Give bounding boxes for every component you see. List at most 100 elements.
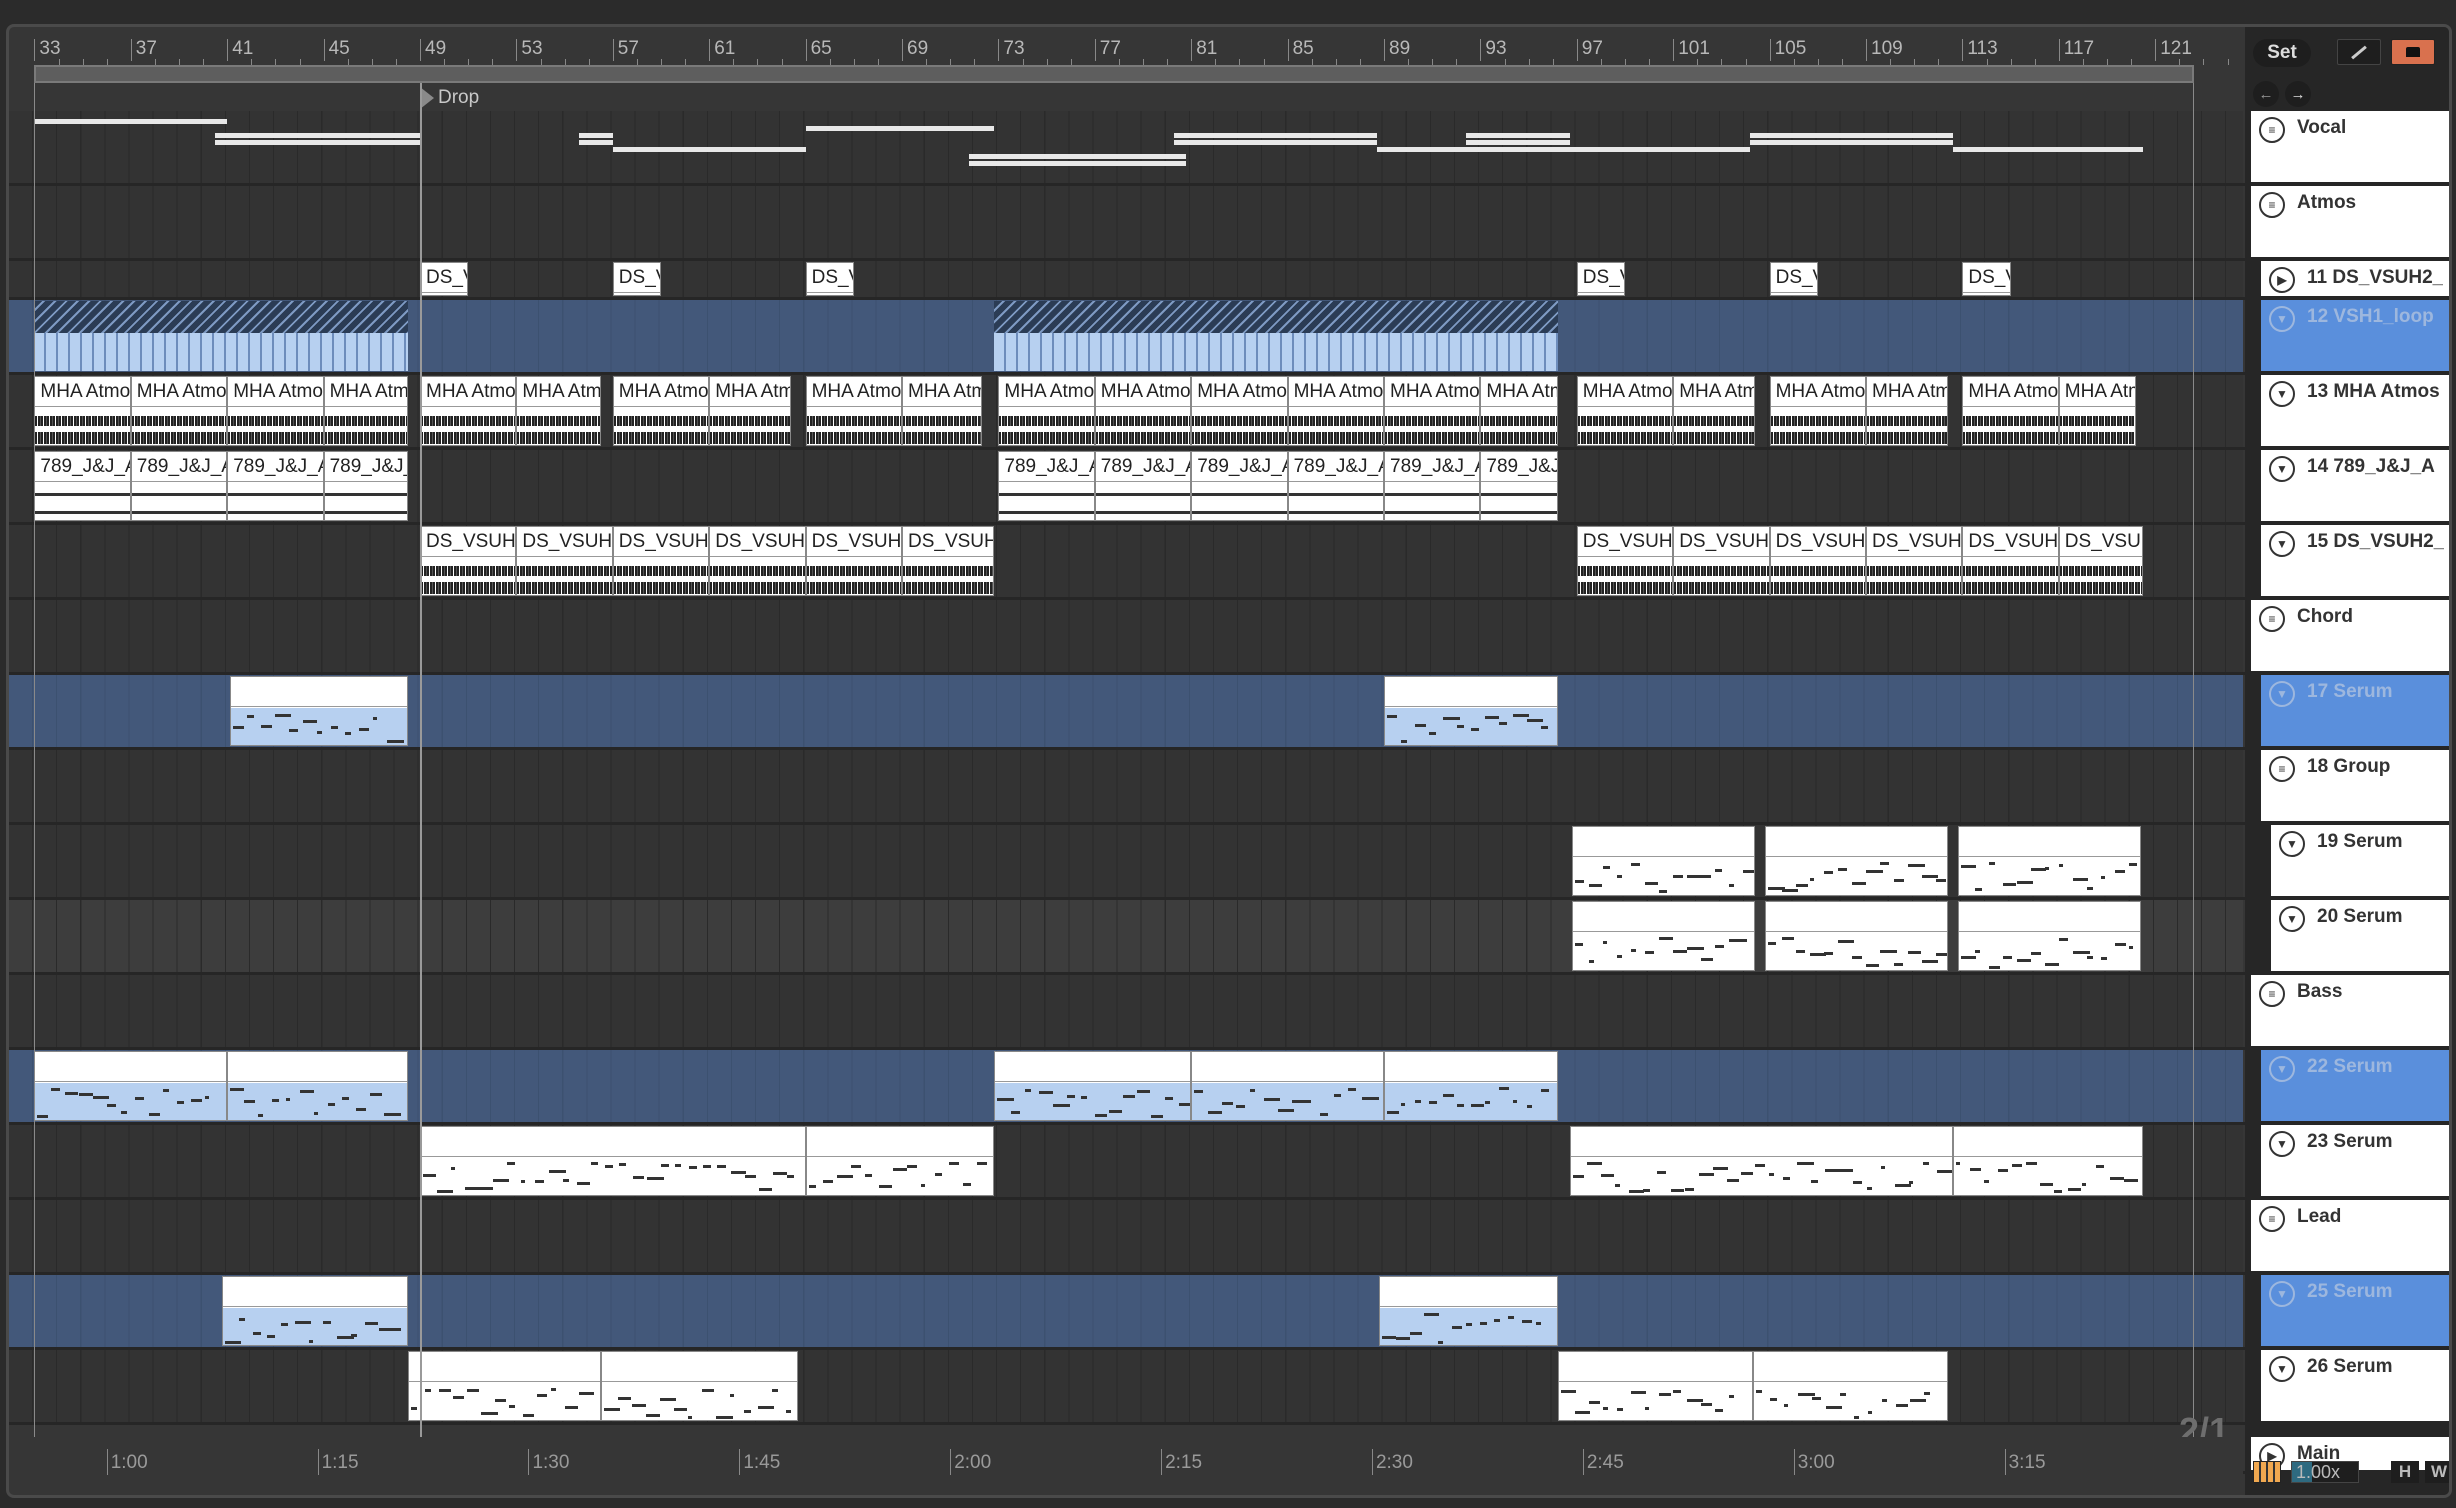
clip[interactable]: 789_J&J_A	[1094, 451, 1192, 521]
track-header[interactable]: ≡ 18 Group	[2261, 750, 2449, 824]
chevron-down-icon[interactable]: ▼	[2269, 1056, 2295, 1082]
clip[interactable]: MHA Atmos	[612, 376, 710, 446]
track-header[interactable]: ≡ Lead	[2251, 1200, 2449, 1274]
group-fold-icon[interactable]: ≡	[2259, 1206, 2285, 1232]
clip[interactable]: DS_VSUH2	[516, 526, 613, 596]
clip[interactable]	[600, 1351, 799, 1421]
clip[interactable]: DS_VSUH2	[1576, 526, 1674, 596]
w-button[interactable]: W	[2425, 1461, 2449, 1483]
chevron-down-icon[interactable]: ▼	[2269, 1356, 2295, 1382]
clip[interactable]: 789_J&J_A	[998, 451, 1095, 521]
chevron-down-icon[interactable]: ▼	[2269, 531, 2295, 557]
clip[interactable]: 789_J&J_A	[1287, 451, 1384, 521]
track-header[interactable]: ≡ Bass	[2251, 975, 2449, 1049]
track-header[interactable]: ▼ 12 VSH1_loop	[2261, 300, 2449, 374]
clip[interactable]: DS_VSUH2	[1769, 526, 1866, 596]
clip[interactable]: 789_J&J_A	[1384, 451, 1481, 521]
clip[interactable]: DS_V	[1576, 262, 1625, 296]
track-lane[interactable]: 789_J&J_A789_J&J_A789_J&J_A789_J&J_A789_…	[9, 450, 2243, 522]
clip[interactable]: MHA Atmos	[998, 376, 1095, 446]
clip[interactable]	[993, 301, 1558, 371]
set-button[interactable]: Set	[2253, 39, 2311, 67]
clip[interactable]: MHA Atmos	[805, 376, 902, 446]
track-lane[interactable]: DS_V DS_V DS_V DS_V DS_V DS_V	[9, 261, 2243, 297]
clip[interactable]: MHA Atmos	[1866, 376, 1948, 446]
draw-mode-button[interactable]	[2337, 39, 2381, 65]
clip[interactable]: MHA Atmos	[1480, 376, 1558, 446]
zoom-field[interactable]: 1.00x	[2291, 1461, 2359, 1483]
clip[interactable]	[1191, 1051, 1384, 1121]
clip[interactable]	[227, 1051, 408, 1121]
clip[interactable]: DS_VSUH2	[2058, 526, 2144, 596]
track-header[interactable]: ≡ Vocal	[2251, 111, 2449, 185]
clip[interactable]	[34, 1051, 228, 1121]
clip[interactable]: DS_VSUH2	[420, 526, 517, 596]
forward-arrow-button[interactable]: →	[2285, 81, 2311, 107]
clip[interactable]: MHA Atmos	[130, 376, 228, 446]
track-lane[interactable]: MHA AtmosMHA AtmosMHA AtmosMHA AtmosMHA …	[9, 375, 2243, 447]
clip[interactable]	[993, 1051, 1192, 1121]
lock-button[interactable]	[2391, 39, 2435, 65]
track-header[interactable]: ▶ 11 DS_VSUH2_	[2261, 261, 2449, 299]
clip[interactable]: MHA Atmos	[1576, 376, 1674, 446]
clip[interactable]: MHA Atmos	[323, 376, 408, 446]
clip[interactable]: 789_J&J_A	[130, 451, 228, 521]
clip[interactable]: MHA Atmos	[1769, 376, 1866, 446]
track-lane[interactable]	[9, 825, 2243, 897]
clip[interactable]: MHA Atmos	[1673, 376, 1756, 446]
clip[interactable]	[1764, 826, 1948, 896]
clip[interactable]	[1752, 1351, 1948, 1421]
clip[interactable]: DS_V	[420, 262, 469, 296]
track-lane[interactable]	[9, 1125, 2243, 1197]
track-lane[interactable]	[9, 975, 2243, 1047]
clip[interactable]: DS_VSUH2	[805, 526, 902, 596]
chevron-down-icon[interactable]: ▼	[2269, 1281, 2295, 1307]
clip[interactable]	[34, 301, 408, 371]
clip[interactable]	[1384, 676, 1558, 746]
clip[interactable]: DS_VSUH2	[709, 526, 806, 596]
clip[interactable]	[1384, 1051, 1558, 1121]
chevron-down-icon[interactable]: ▼	[2269, 456, 2295, 482]
clip[interactable]: DS_VSUH2	[612, 526, 710, 596]
clip[interactable]: DS_VSUH2	[1866, 526, 1963, 596]
clip[interactable]: 789_J&J_A	[1480, 451, 1558, 521]
clip[interactable]: DS_V	[1769, 262, 1818, 296]
group-fold-icon[interactable]: ≡	[2269, 756, 2295, 782]
clip[interactable]: MHA Atmos	[516, 376, 601, 446]
track-header[interactable]: ▼ 19 Serum	[2271, 825, 2449, 899]
track-lane[interactable]	[9, 750, 2243, 822]
clip[interactable]	[1957, 826, 2141, 896]
clip[interactable]: MHA Atmos	[227, 376, 324, 446]
track-lane[interactable]	[9, 111, 2243, 183]
clip[interactable]: MHA Atmos	[1384, 376, 1481, 446]
group-fold-icon[interactable]: ≡	[2259, 192, 2285, 218]
chevron-down-icon[interactable]: ▼	[2279, 831, 2305, 857]
clip[interactable]: 789_J&J_A	[34, 451, 131, 521]
clip[interactable]	[1571, 901, 1756, 971]
track-header[interactable]: ▼ 17 Serum	[2261, 675, 2449, 749]
track-lane[interactable]	[9, 900, 2243, 972]
bar-ruler[interactable]: 33 37 41 45 49 53 57 61 65 69 73 77 81 85 89 93 97 101 105…	[9, 27, 2243, 65]
clip[interactable]	[1952, 1126, 2144, 1196]
chevron-down-icon[interactable]: ▼	[2269, 681, 2295, 707]
track-header[interactable]: ▼ 26 Serum	[2261, 1350, 2449, 1424]
clip[interactable]: DS_VSUH2	[902, 526, 994, 596]
track-lane[interactable]	[9, 1200, 2243, 1272]
clip[interactable]: MHA Atmos	[34, 376, 131, 446]
track-header[interactable]: ▼ 25 Serum	[2261, 1275, 2449, 1349]
group-fold-icon[interactable]: ≡	[2259, 117, 2285, 143]
chevron-down-icon[interactable]: ▼	[2269, 381, 2295, 407]
clip[interactable]	[420, 1126, 806, 1196]
clip[interactable]	[407, 1351, 601, 1421]
clip[interactable]	[229, 676, 408, 746]
track-header[interactable]: ▼ 14 789_J&J_A	[2261, 450, 2449, 524]
chevron-down-icon[interactable]: ▼	[2269, 1131, 2295, 1157]
track-header[interactable]: ▼ 15 DS_VSUH2_	[2261, 525, 2449, 599]
clip[interactable]	[805, 1126, 994, 1196]
clip[interactable]: MHA Atmos	[1094, 376, 1192, 446]
clip[interactable]	[1379, 1276, 1558, 1346]
chevron-down-icon[interactable]: ▼	[2279, 906, 2305, 932]
clip[interactable]: 789_J&J_A	[323, 451, 408, 521]
track-lane[interactable]	[9, 1350, 2243, 1422]
clip[interactable]: DS_V	[1962, 262, 2011, 296]
